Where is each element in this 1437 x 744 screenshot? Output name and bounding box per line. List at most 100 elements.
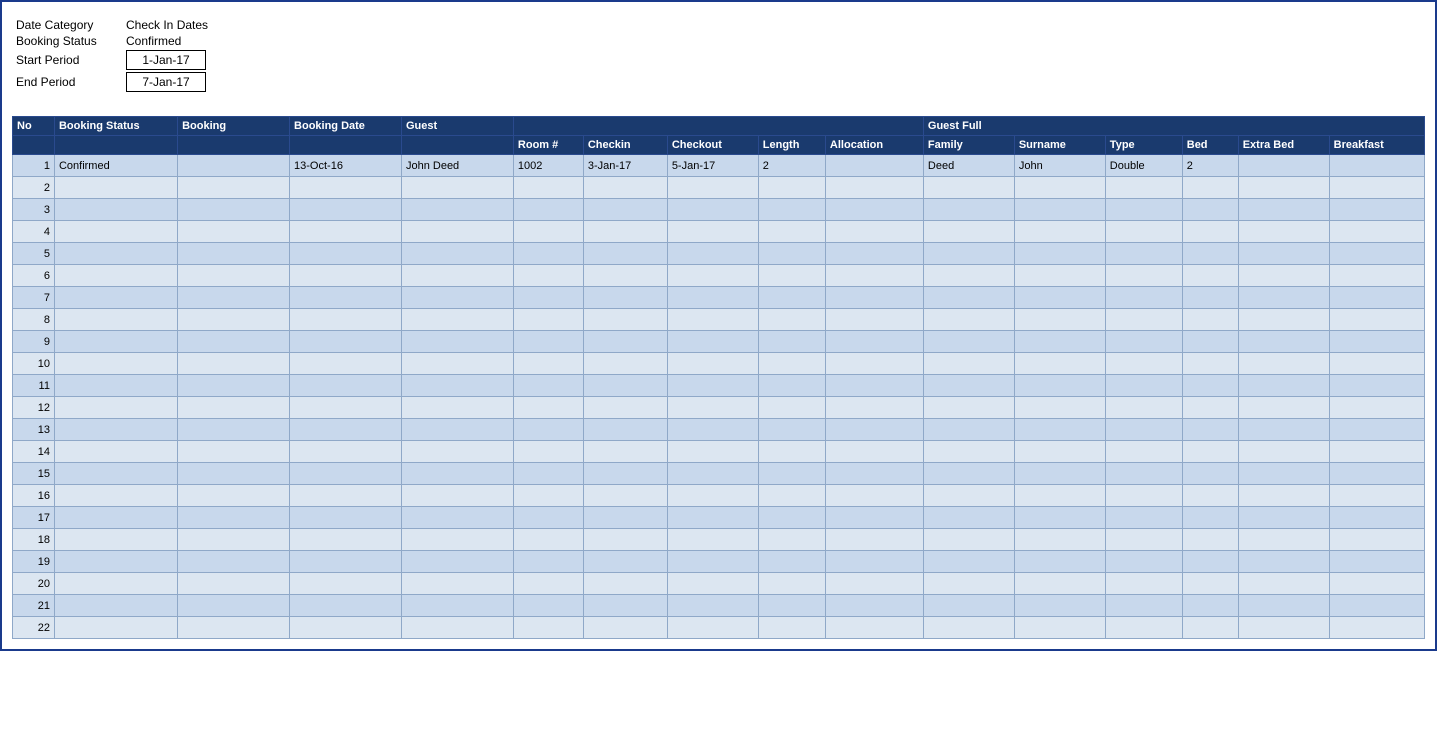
cell-checkout[interactable]: 5-Jan-17	[667, 155, 758, 177]
cell-type[interactable]	[1105, 595, 1182, 617]
cell-checkin[interactable]	[583, 551, 667, 573]
cell-length[interactable]	[758, 353, 825, 375]
cell-bdate[interactable]	[290, 397, 402, 419]
cell-type[interactable]	[1105, 199, 1182, 221]
cell-no[interactable]: 9	[13, 331, 55, 353]
cell-no[interactable]: 12	[13, 397, 55, 419]
cell-booking[interactable]	[178, 309, 290, 331]
cell-checkin[interactable]	[583, 485, 667, 507]
cell-allocation[interactable]	[825, 265, 923, 287]
cell-no[interactable]: 16	[13, 485, 55, 507]
cell-family[interactable]	[923, 463, 1014, 485]
cell-bed[interactable]	[1182, 463, 1238, 485]
cell-status[interactable]	[54, 309, 177, 331]
cell-status[interactable]	[54, 529, 177, 551]
cell-type[interactable]	[1105, 243, 1182, 265]
cell-length[interactable]	[758, 331, 825, 353]
cell-bdate[interactable]	[290, 177, 402, 199]
cell-guest[interactable]	[401, 463, 513, 485]
cell-checkin[interactable]	[583, 529, 667, 551]
cell-booking[interactable]	[178, 375, 290, 397]
cell-room[interactable]	[513, 331, 583, 353]
cell-booking[interactable]	[178, 617, 290, 639]
cell-no[interactable]: 18	[13, 529, 55, 551]
cell-surname[interactable]	[1014, 199, 1105, 221]
cell-length[interactable]	[758, 551, 825, 573]
cell-length[interactable]	[758, 617, 825, 639]
cell-allocation[interactable]	[825, 617, 923, 639]
cell-status[interactable]	[54, 507, 177, 529]
cell-surname[interactable]	[1014, 177, 1105, 199]
cell-bdate[interactable]	[290, 221, 402, 243]
cell-checkout[interactable]	[667, 397, 758, 419]
cell-breakfast[interactable]	[1329, 419, 1424, 441]
cell-extrabed[interactable]	[1238, 287, 1329, 309]
cell-bdate[interactable]	[290, 375, 402, 397]
cell-type[interactable]	[1105, 309, 1182, 331]
table-row[interactable]: 8	[13, 309, 1425, 331]
cell-booking[interactable]	[178, 331, 290, 353]
cell-bed[interactable]	[1182, 331, 1238, 353]
table-row[interactable]: 2	[13, 177, 1425, 199]
table-row[interactable]: 10	[13, 353, 1425, 375]
cell-checkout[interactable]	[667, 331, 758, 353]
cell-breakfast[interactable]	[1329, 485, 1424, 507]
cell-checkout[interactable]	[667, 353, 758, 375]
table-row[interactable]: 19	[13, 551, 1425, 573]
cell-guest[interactable]	[401, 573, 513, 595]
cell-extrabed[interactable]	[1238, 221, 1329, 243]
cell-length[interactable]	[758, 375, 825, 397]
cell-room[interactable]	[513, 419, 583, 441]
cell-booking[interactable]	[178, 485, 290, 507]
cell-bdate[interactable]	[290, 199, 402, 221]
cell-checkout[interactable]	[667, 199, 758, 221]
table-row[interactable]: 22	[13, 617, 1425, 639]
cell-checkout[interactable]	[667, 177, 758, 199]
cell-no[interactable]: 15	[13, 463, 55, 485]
cell-bed[interactable]	[1182, 397, 1238, 419]
cell-no[interactable]: 6	[13, 265, 55, 287]
cell-room[interactable]: 1002	[513, 155, 583, 177]
cell-allocation[interactable]	[825, 595, 923, 617]
cell-surname[interactable]	[1014, 243, 1105, 265]
cell-checkin[interactable]	[583, 397, 667, 419]
cell-room[interactable]	[513, 485, 583, 507]
cell-allocation[interactable]	[825, 375, 923, 397]
cell-booking[interactable]	[178, 199, 290, 221]
cell-length[interactable]	[758, 221, 825, 243]
cell-status[interactable]	[54, 595, 177, 617]
cell-bed[interactable]	[1182, 375, 1238, 397]
cell-guest[interactable]	[401, 419, 513, 441]
cell-allocation[interactable]	[825, 419, 923, 441]
cell-length[interactable]: 2	[758, 155, 825, 177]
cell-bdate[interactable]	[290, 573, 402, 595]
cell-booking[interactable]	[178, 155, 290, 177]
cell-bed[interactable]	[1182, 551, 1238, 573]
cell-surname[interactable]	[1014, 309, 1105, 331]
cell-checkout[interactable]	[667, 441, 758, 463]
cell-checkin[interactable]: 3-Jan-17	[583, 155, 667, 177]
cell-family[interactable]	[923, 331, 1014, 353]
cell-no[interactable]: 8	[13, 309, 55, 331]
cell-bdate[interactable]	[290, 287, 402, 309]
cell-length[interactable]	[758, 199, 825, 221]
cell-status[interactable]	[54, 573, 177, 595]
cell-surname[interactable]	[1014, 463, 1105, 485]
cell-checkout[interactable]	[667, 375, 758, 397]
cell-allocation[interactable]	[825, 573, 923, 595]
cell-length[interactable]	[758, 485, 825, 507]
cell-breakfast[interactable]	[1329, 573, 1424, 595]
cell-surname[interactable]	[1014, 287, 1105, 309]
table-row[interactable]: 5	[13, 243, 1425, 265]
cell-checkin[interactable]	[583, 221, 667, 243]
cell-no[interactable]: 4	[13, 221, 55, 243]
cell-family[interactable]	[923, 419, 1014, 441]
cell-type[interactable]	[1105, 507, 1182, 529]
end-period-value[interactable]: 7-Jan-17	[126, 72, 206, 92]
cell-bdate[interactable]	[290, 507, 402, 529]
table-row[interactable]: 17	[13, 507, 1425, 529]
cell-extrabed[interactable]	[1238, 375, 1329, 397]
cell-booking[interactable]	[178, 353, 290, 375]
cell-guest[interactable]	[401, 353, 513, 375]
cell-booking[interactable]	[178, 441, 290, 463]
